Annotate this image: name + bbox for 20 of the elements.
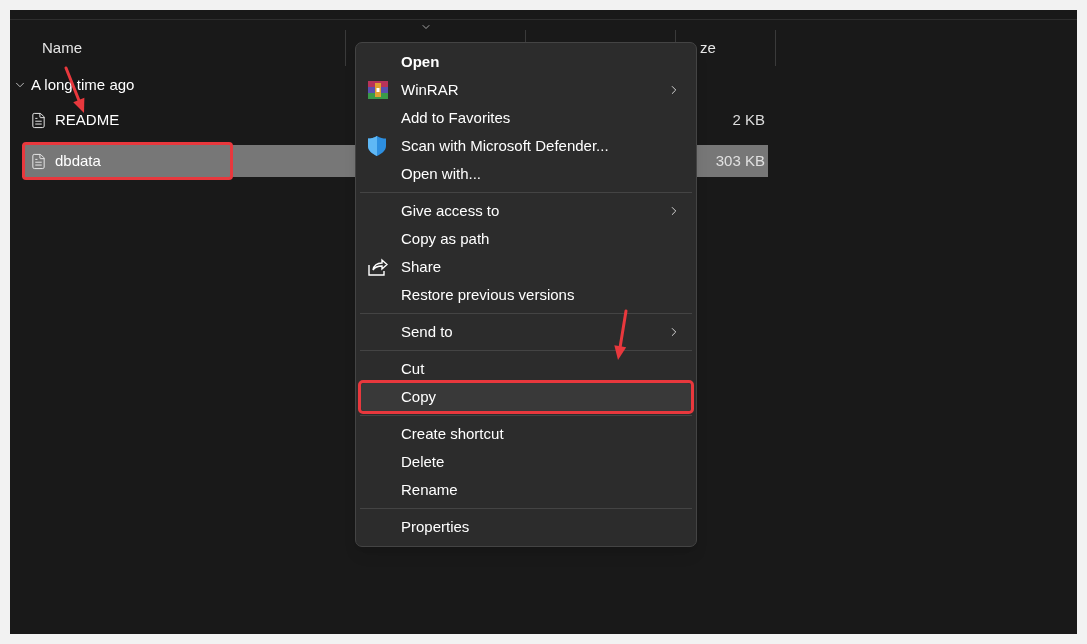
menu-label: Open with... — [401, 163, 482, 184]
menu-label: Give access to — [401, 200, 500, 221]
menu-label: Cut — [401, 358, 425, 379]
menu-label: Send to — [401, 321, 453, 342]
menu-label: Add to Favorites — [401, 107, 511, 128]
file-name: dbdata — [55, 150, 101, 171]
menu-label: Delete — [401, 451, 445, 472]
file-size: 2 KB — [732, 109, 766, 130]
menu-label: Create shortcut — [401, 423, 504, 444]
file-size: 303 KB — [715, 150, 766, 171]
menu-label: WinRAR — [401, 79, 459, 100]
menu-label: Properties — [401, 516, 470, 537]
file-name: README — [55, 109, 120, 130]
menu-label: Copy — [401, 386, 437, 407]
menu-label: Copy as path — [401, 228, 490, 249]
menu-label: Share — [401, 256, 442, 277]
menu-label: Scan with Microsoft Defender... — [401, 135, 609, 156]
menu-label: Open — [401, 51, 440, 72]
menu-label: Restore previous versions — [401, 284, 575, 305]
menu-label: Rename — [401, 479, 458, 500]
